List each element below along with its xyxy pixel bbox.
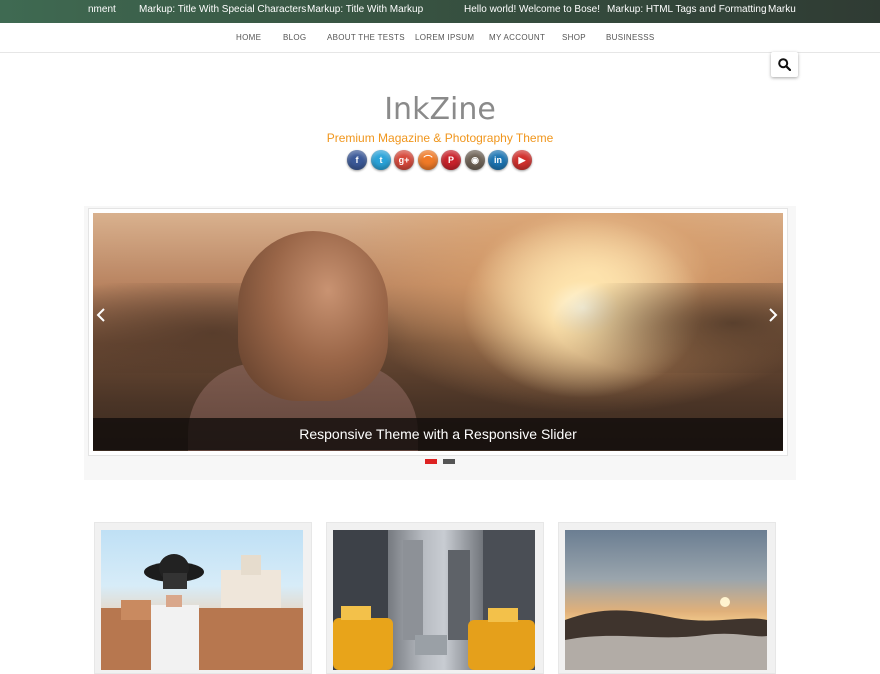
instagram-icon[interactable]: ◉	[465, 150, 485, 170]
post-card	[326, 522, 544, 674]
youtube-icon[interactable]: ▶	[512, 150, 532, 170]
slide-figure-head	[238, 231, 388, 401]
ticker-item[interactable]: Markup: Title With Markup	[307, 4, 423, 15]
post-thumbnail[interactable]	[333, 530, 535, 670]
slider-dot-active[interactable]	[425, 459, 437, 464]
nav-item-blog[interactable]: BLOG	[283, 33, 306, 42]
nav-item-shop[interactable]: SHOP	[562, 33, 586, 42]
main-navigation: HOME BLOG ABOUT THE TESTS LOREM IPSUM MY…	[0, 23, 880, 53]
post-card	[558, 522, 776, 674]
slider-frame: Responsive Theme with a Responsive Slide…	[88, 208, 788, 456]
news-ticker: nment Markup: Title With Special Charact…	[0, 0, 880, 23]
search-icon	[778, 58, 791, 71]
site-title[interactable]: InkZine	[0, 92, 880, 127]
nav-item-my-account[interactable]: MY ACCOUNT	[489, 33, 545, 42]
chevron-left-icon[interactable]	[95, 308, 109, 322]
featured-slider: Responsive Theme with a Responsive Slide…	[84, 206, 796, 480]
ticker-item[interactable]: Hello world! Welcome to Bose!	[464, 4, 600, 15]
twitter-icon[interactable]: t	[371, 150, 391, 170]
google-plus-icon[interactable]: g+	[394, 150, 414, 170]
ticker-item[interactable]: Markup: HTML Tags and Formatting	[607, 4, 767, 15]
chevron-right-icon[interactable]	[765, 308, 779, 322]
ticker-item[interactable]: Markup: Title With Special Characters	[139, 4, 306, 15]
pinterest-icon[interactable]: P	[441, 150, 461, 170]
nav-item-businesss[interactable]: BUSINESSS	[606, 33, 655, 42]
photographer-illustration	[101, 554, 303, 670]
facebook-icon[interactable]: f	[347, 150, 367, 170]
search-button[interactable]	[771, 52, 798, 77]
sunrise-illustration	[565, 597, 767, 670]
post-card	[94, 522, 312, 674]
slide-image[interactable]	[93, 213, 783, 451]
nav-item-home[interactable]: HOME	[236, 33, 261, 42]
nav-item-lorem-ipsum[interactable]: LOREM IPSUM	[415, 33, 474, 42]
site-tagline: Premium Magazine & Photography Theme	[326, 131, 554, 145]
city-taxis-illustration	[333, 530, 535, 670]
linkedin-icon[interactable]: in	[488, 150, 508, 170]
post-thumbnail[interactable]	[101, 530, 303, 670]
rss-icon[interactable]: ⌒	[418, 150, 438, 170]
nav-item-about-the-tests[interactable]: ABOUT THE TESTS	[327, 33, 405, 42]
slide-caption: Responsive Theme with a Responsive Slide…	[93, 418, 783, 450]
post-thumbnail[interactable]	[565, 530, 767, 670]
slide-caption-text[interactable]: Responsive Theme with a Responsive Slide…	[93, 426, 783, 442]
slide-background-trees	[93, 283, 783, 373]
ticker-item[interactable]: Marku	[768, 4, 796, 15]
ticker-item[interactable]: nment	[88, 4, 116, 15]
slider-dot[interactable]	[443, 459, 455, 464]
